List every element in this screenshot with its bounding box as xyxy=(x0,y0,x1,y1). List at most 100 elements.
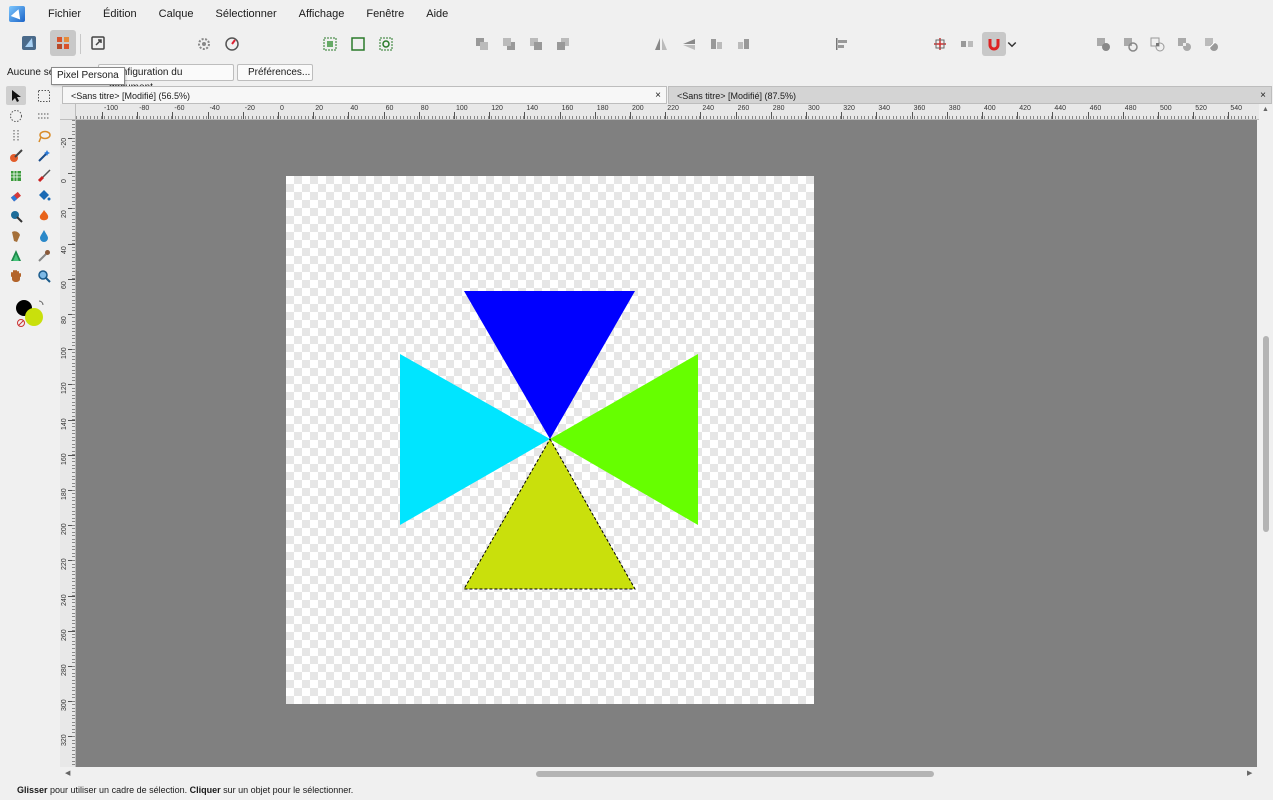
flood-select-tool[interactable] xyxy=(34,146,54,165)
horizontal-scrollbar[interactable]: ◀ ▶ xyxy=(60,767,1259,781)
scroll-up-icon[interactable]: ▲ xyxy=(1262,106,1269,113)
close-tab-icon[interactable]: × xyxy=(655,87,661,105)
column-marquee-tool[interactable] xyxy=(6,126,26,145)
snapping-dropdown-button[interactable] xyxy=(1006,32,1018,56)
document-tab-2[interactable]: <Sans titre> [Modifié] (87.5%) × xyxy=(668,86,1272,104)
boolean-divide-button[interactable] xyxy=(1199,32,1223,56)
menu-selectionner[interactable]: Sélectionner xyxy=(205,0,288,28)
document-canvas[interactable] xyxy=(286,176,814,704)
burn-tool[interactable] xyxy=(34,206,54,225)
flip-horizontal-button[interactable] xyxy=(649,32,673,56)
document-tab-1[interactable]: <Sans titre> [Modifié] (56.5%) × xyxy=(62,86,667,104)
ruler-tick xyxy=(911,112,913,119)
menu-calque[interactable]: Calque xyxy=(148,0,205,28)
secondary-color-swatch[interactable] xyxy=(25,308,43,326)
photo-persona-button[interactable] xyxy=(16,30,42,56)
arrange-back-button[interactable] xyxy=(470,32,494,56)
flood-fill-tool[interactable] xyxy=(34,186,54,205)
chevron-down-icon xyxy=(1007,41,1017,48)
erase-brush-tool[interactable] xyxy=(6,186,26,205)
arrange-forward-button[interactable] xyxy=(524,32,548,56)
boolean-subtract-button[interactable] xyxy=(1118,32,1142,56)
magic-wand-icon xyxy=(38,149,50,162)
boolean-add-button[interactable] xyxy=(1091,32,1115,56)
column-marquee-icon xyxy=(13,129,19,142)
freehand-selection-tool[interactable] xyxy=(34,126,54,145)
ruler-v-label: 0 xyxy=(61,179,68,184)
smudge-finger-icon xyxy=(12,230,20,242)
export-persona-icon xyxy=(91,36,105,50)
rotate-right-button[interactable] xyxy=(731,32,755,56)
ruler-h-label: 100 xyxy=(456,105,468,112)
tab-title: <Sans titre> [Modifié] (87.5%) xyxy=(677,91,797,101)
ruler-h-label: 300 xyxy=(808,105,820,112)
arrange-front-button[interactable] xyxy=(551,32,575,56)
preferences-button[interactable]: Préférences... xyxy=(237,64,313,81)
snapping-options-button[interactable] xyxy=(928,32,952,56)
arrange-forward-icon xyxy=(530,38,542,50)
move-tool[interactable] xyxy=(6,86,26,105)
flame-icon xyxy=(39,209,49,220)
ruler-h-label: 120 xyxy=(491,105,503,112)
paint-brush-tool[interactable] xyxy=(34,166,54,185)
ruler-tick xyxy=(207,112,209,119)
quick-adjust-button[interactable] xyxy=(220,32,244,56)
deselect-button[interactable] xyxy=(346,32,370,56)
ruler-h-label: 140 xyxy=(526,105,539,112)
no-selection-label: Aucune sél xyxy=(7,67,57,78)
pixel-persona-button[interactable] xyxy=(50,30,76,56)
hand-icon xyxy=(11,269,21,282)
ruler-tick xyxy=(630,112,631,119)
rectangular-marquee-tool[interactable] xyxy=(34,86,54,105)
ruler-h-label: 500 xyxy=(1160,105,1172,112)
color-swatches[interactable] xyxy=(12,296,48,330)
elliptical-marquee-tool[interactable] xyxy=(6,106,26,125)
persona-tooltip: Pixel Persona xyxy=(51,67,125,85)
ruler-v-label: 300 xyxy=(61,699,68,712)
zoom-tool[interactable] xyxy=(34,266,54,285)
boolean-xor-icon xyxy=(1178,38,1191,51)
menu-fichier[interactable]: Fichier xyxy=(37,0,92,28)
boolean-intersect-button[interactable] xyxy=(1145,32,1169,56)
invert-selection-button[interactable] xyxy=(374,32,398,56)
color-picker-tool[interactable] xyxy=(34,246,54,265)
close-tab-icon[interactable]: × xyxy=(1260,87,1266,105)
menu-fenetre[interactable]: Fenêtre xyxy=(355,0,415,28)
sharpen-brush-tool[interactable] xyxy=(6,246,26,265)
ruler-v-label: 20 xyxy=(61,210,68,219)
vertical-scrollbar[interactable]: ▲ xyxy=(1259,104,1273,767)
settings-button[interactable] xyxy=(192,32,216,56)
menu-aide[interactable]: Aide xyxy=(415,0,459,28)
arrange-backward-button[interactable] xyxy=(497,32,521,56)
snapping-toggle-button[interactable] xyxy=(982,32,1006,56)
vertical-scroll-thumb[interactable] xyxy=(1263,336,1269,532)
ruler-h-label: 420 xyxy=(1019,105,1031,112)
swap-colors-icon[interactable] xyxy=(38,300,44,306)
smudge-tool[interactable] xyxy=(6,226,26,245)
scroll-right-icon[interactable]: ▶ xyxy=(1247,769,1252,777)
ruler-tick xyxy=(418,112,420,119)
pixel-tool[interactable] xyxy=(6,166,26,185)
blur-brush-tool[interactable] xyxy=(34,226,54,245)
selection-brush-tool[interactable] xyxy=(6,146,26,165)
boolean-xor-button[interactable] xyxy=(1172,32,1196,56)
canvas-area[interactable] xyxy=(76,120,1257,767)
menu-affichage[interactable]: Affichage xyxy=(288,0,356,28)
ruler-tick xyxy=(841,112,843,119)
align-button[interactable] xyxy=(830,32,854,56)
flip-vertical-button[interactable] xyxy=(677,32,701,56)
scroll-left-icon[interactable]: ◀ xyxy=(65,769,70,777)
vertical-ruler: -20 0 20 40 60 80 100 120 140 160 180 200 220 240 260 2… xyxy=(60,120,76,767)
menu-bar: Fichier Édition Calque Sélectionner Affi… xyxy=(0,0,1273,28)
select-all-button[interactable] xyxy=(318,32,342,56)
horizontal-scroll-thumb[interactable] xyxy=(536,771,934,777)
row-marquee-tool[interactable] xyxy=(34,106,54,125)
dodge-tool[interactable] xyxy=(6,206,26,225)
menu-edition[interactable]: Édition xyxy=(92,0,148,28)
force-pixel-alignment-button[interactable] xyxy=(955,32,979,56)
ruler-v-label: 80 xyxy=(61,316,68,324)
view-tool[interactable] xyxy=(6,266,26,285)
rotate-left-button[interactable] xyxy=(704,32,728,56)
arrange-back-icon xyxy=(476,38,488,50)
export-persona-button[interactable] xyxy=(85,30,111,56)
